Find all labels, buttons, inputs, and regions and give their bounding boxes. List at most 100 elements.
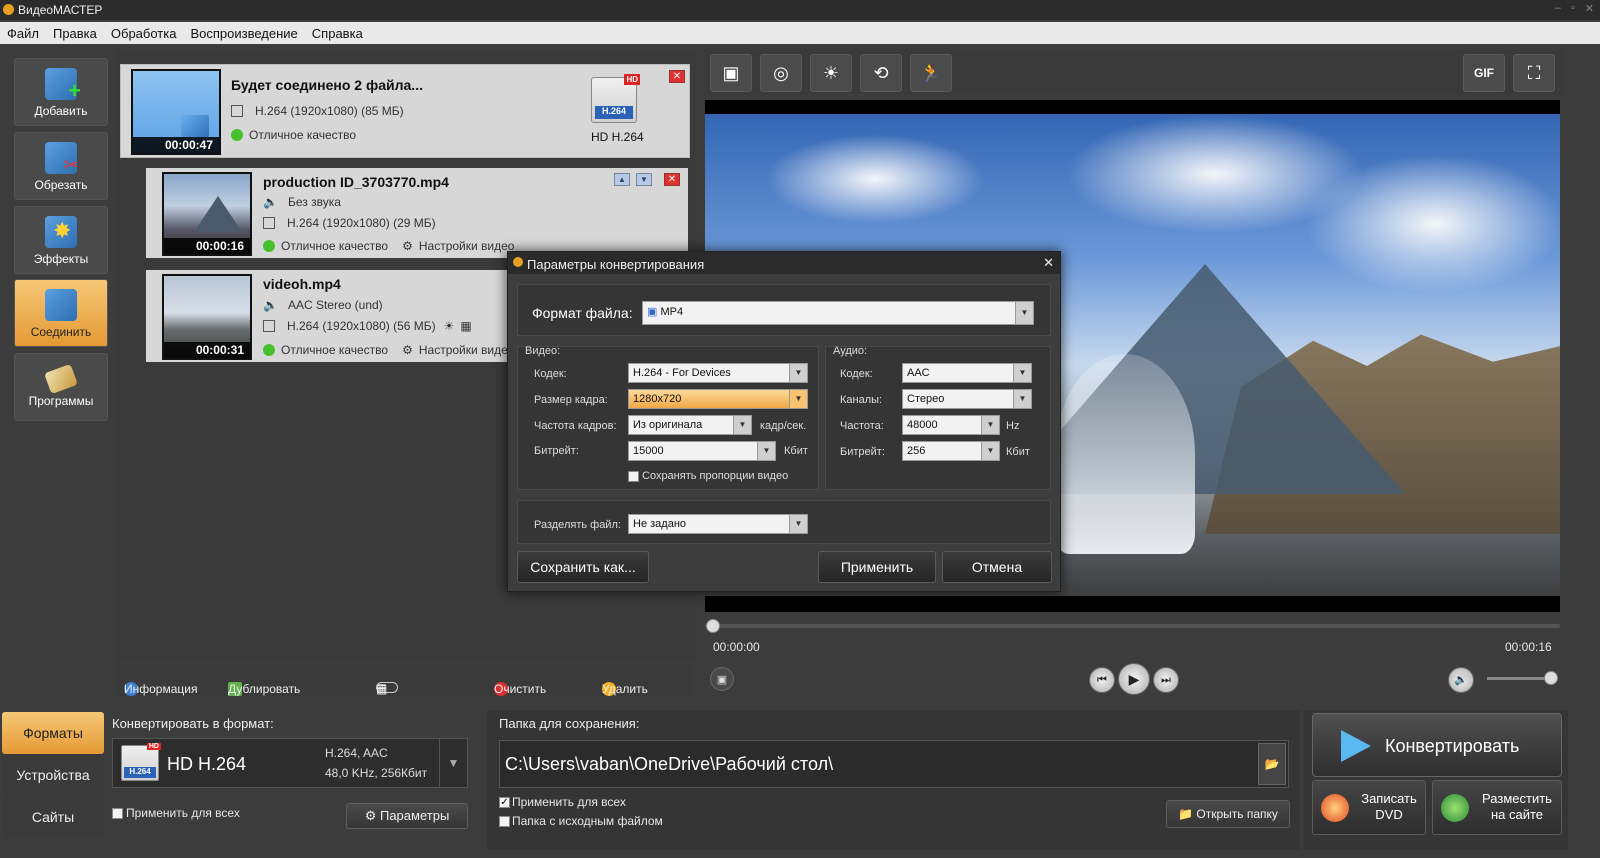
next-button[interactable]: ⏭	[1153, 667, 1179, 693]
save-as-button[interactable]: Сохранить как...	[517, 551, 649, 583]
file-1-audio: Без звука	[287, 195, 341, 209]
tab-formats[interactable]: Форматы	[2, 712, 104, 754]
tab-sites[interactable]: Сайты	[2, 796, 104, 838]
video-section-label: Видео:	[525, 345, 561, 357]
merge-card[interactable]: 00:00:47 Будет соединено 2 файла... H.26…	[120, 64, 690, 158]
apply-all-folder-checkbox[interactable]: ✓	[499, 797, 510, 808]
fps-dropdown[interactable]: Из оригинала ▼	[628, 415, 752, 435]
move-up-button[interactable]: ▲	[614, 173, 630, 186]
effects-button[interactable]: ✸ Эффекты	[14, 206, 108, 274]
file-2-settings-link[interactable]: Настройки видео	[419, 343, 515, 357]
hd-h264-format-icon[interactable]: HD H.264	[591, 74, 640, 123]
browse-folder-icon[interactable]: 📂	[1258, 743, 1286, 785]
channels-dropdown[interactable]: Стерео ▼	[902, 389, 1032, 409]
frequency-label: Частота:	[840, 420, 884, 432]
mp4-icon: ▣	[647, 306, 661, 318]
apply-button[interactable]: Применить	[818, 551, 936, 583]
chevron-down-icon: ▼	[1013, 364, 1031, 382]
grid-view-icon: ▦	[376, 682, 388, 696]
frame-size-dropdown[interactable]: 1280x720 ▼	[628, 389, 808, 409]
apply-all-format-checkbox[interactable]	[112, 808, 123, 819]
file-2-audio: AAC Stereo (und)	[287, 298, 383, 312]
file-1-spec: H.264 (1920x1080) (29 МБ)	[287, 216, 436, 230]
dialog-title-bar: Параметры конвертирования ✕	[508, 252, 1060, 274]
previous-button[interactable]: ⏮	[1089, 667, 1115, 693]
rotate-tool-button[interactable]: ⟲	[860, 54, 902, 92]
chevron-down-icon: ▼	[789, 390, 807, 408]
video-bitrate-dropdown[interactable]: 15000 ▼	[628, 441, 776, 461]
file-format-dropdown[interactable]: ▣ MP4 ▼	[642, 301, 1034, 325]
trim-button[interactable]: ✂ Обрезать	[14, 132, 108, 200]
remove-merge-button[interactable]: ✕	[669, 70, 685, 83]
audio-bitrate-unit: Кбит	[1006, 446, 1030, 458]
file-1-settings-link[interactable]: Настройки видео	[419, 239, 515, 253]
brightness-tool-button[interactable]: ☀	[810, 54, 852, 92]
move-down-button[interactable]: ▼	[636, 173, 652, 186]
video-codec-dropdown[interactable]: H.264 - For Devices ▼	[628, 363, 808, 383]
source-folder-checkbox[interactable]	[499, 816, 510, 827]
save-path-field[interactable]: C:\Users\vaban\OneDrive\Рабочий стол\ 📂	[499, 740, 1289, 788]
chevron-down-icon: ▼	[789, 364, 807, 382]
conversion-dialog: Параметры конвертирования ✕ Формат файла…	[507, 251, 1061, 592]
volume-button[interactable]: 🔊	[1448, 667, 1474, 693]
menu-processing[interactable]: Обработка	[104, 22, 184, 44]
menu-help[interactable]: Справка	[305, 22, 370, 44]
seek-bar[interactable]	[705, 624, 1560, 628]
keep-aspect-checkbox[interactable]	[628, 471, 639, 482]
app-logo-icon	[513, 257, 523, 267]
speed-tool-button[interactable]: 🏃	[910, 54, 952, 92]
minimize-icon[interactable]: –	[1555, 2, 1561, 15]
skip-back-icon: ⏮	[1097, 674, 1107, 686]
preview-toolbar: ▣ ◎ ☀ ⟲ 🏃 GIF ⛶	[705, 50, 1565, 94]
running-man-icon: 🏃	[919, 63, 943, 83]
audio-section-label: Аудио:	[833, 345, 868, 357]
convert-button[interactable]: Конвертировать	[1312, 713, 1562, 777]
chevron-down-icon: ▼	[981, 442, 999, 460]
snapshot-tool-button[interactable]: ◎	[760, 54, 802, 92]
parameters-button[interactable]: ⚙ Параметры	[346, 803, 468, 829]
left-sidebar: + Добавить ✂ Обрезать ✸ Эффекты Соединит…	[8, 50, 116, 710]
frame-size-label: Размер кадра:	[534, 394, 608, 406]
crop-icon: ▦	[460, 319, 472, 333]
title-bar: ВидеоМАСТЕР – ▫ ✕	[0, 0, 1600, 20]
fullscreen-button[interactable]: ⛶	[1513, 54, 1555, 92]
audio-codec-dropdown[interactable]: AAC ▼	[902, 363, 1032, 383]
audio-bitrate-dropdown[interactable]: 256 ▼	[902, 441, 1000, 461]
chevron-down-icon: ▼	[789, 515, 807, 533]
open-folder-button[interactable]: 📁 Открыть папку	[1166, 800, 1290, 828]
remove-file-1-button[interactable]: ✕	[664, 173, 680, 186]
split-file-dropdown[interactable]: Не задано ▼	[628, 514, 808, 534]
cancel-button[interactable]: Отмена	[942, 551, 1052, 583]
programs-button[interactable]: Программы	[14, 353, 108, 421]
output-format-selector[interactable]: HD H.264 HD H.264 H.264, AAC 48,0 KHz, 2…	[112, 738, 468, 788]
file-2-quality: Отличное качество	[281, 343, 389, 357]
seek-handle[interactable]	[706, 619, 720, 633]
crop-tool-button[interactable]: ▣	[710, 54, 752, 92]
gif-button[interactable]: GIF	[1463, 54, 1505, 92]
frequency-dropdown[interactable]: 48000 ▼	[902, 415, 1000, 435]
publish-button[interactable]: Разместить на сайте	[1432, 780, 1562, 835]
camera-icon: ◎	[773, 63, 789, 83]
play-icon: ▶	[1128, 671, 1140, 687]
join-button[interactable]: Соединить	[14, 279, 108, 347]
menu-edit[interactable]: Правка	[46, 22, 104, 44]
apply-all-folder-label: Применить для всех	[512, 795, 626, 809]
chevron-down-icon: ▼	[1013, 390, 1031, 408]
close-icon[interactable]: ✕	[1043, 255, 1054, 271]
maximize-icon[interactable]: ▫	[1571, 2, 1575, 15]
burn-dvd-button[interactable]: Записать DVD	[1312, 780, 1426, 835]
image-icon: ▣	[716, 674, 728, 686]
quality-dot-icon	[263, 240, 275, 252]
play-button[interactable]: ▶	[1118, 663, 1150, 695]
file-item-1[interactable]: 00:00:16 production ID_3703770.mp4 🔈 Без …	[146, 168, 688, 258]
gear-icon: ⚙	[364, 808, 380, 823]
volume-handle[interactable]	[1544, 671, 1558, 685]
speaker-icon: 🔊	[1454, 674, 1468, 686]
menu-file[interactable]: Файл	[0, 22, 46, 44]
chevron-down-icon[interactable]: ▼	[439, 739, 467, 787]
add-button[interactable]: + Добавить	[14, 58, 108, 126]
close-window-icon[interactable]: ✕	[1585, 2, 1594, 15]
tab-devices[interactable]: Устройства	[2, 754, 104, 796]
menu-playback[interactable]: Воспроизведение	[183, 22, 304, 44]
snapshot-button[interactable]: ▣	[710, 667, 734, 691]
